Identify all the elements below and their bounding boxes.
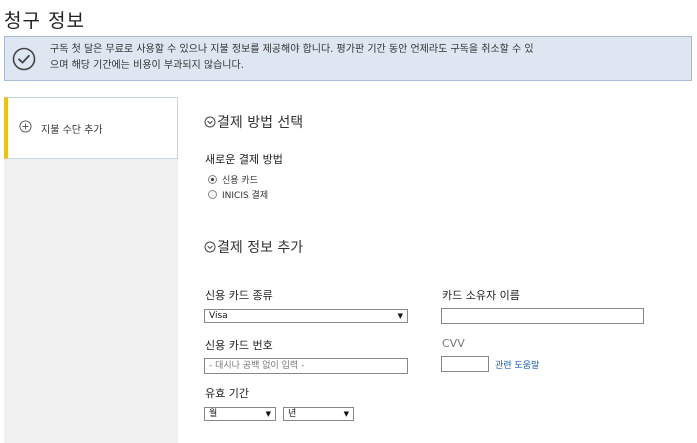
plus-circle-icon — [19, 120, 32, 133]
help-link[interactable]: 관련 도움말 — [495, 358, 539, 371]
sidebar-item-label: 지불 수단 추가 — [41, 125, 103, 136]
banner-line-2: 으며 해당 기간에는 비용이 부과되지 않습니다. — [50, 60, 244, 71]
dropdown-arrow-icon: ▼ — [343, 410, 349, 418]
radio-label: 신용 카드 — [222, 176, 258, 186]
sidebar-item-add-payment-method[interactable]: 지불 수단 추가 — [4, 97, 178, 159]
sidebar: 지불 수단 추가 — [4, 97, 178, 443]
expiry-month-select[interactable]: 월 ▼ — [204, 407, 276, 421]
cvv-label: CVV — [442, 337, 465, 350]
chevron-down-circle-icon — [204, 241, 216, 253]
radio-button-checked[interactable] — [208, 175, 217, 184]
banner-message: 구독 첫 달은 무료로 사용할 수 있으나 지불 정보를 제공해야 합니다. 평… — [50, 42, 670, 74]
expiry-year-select[interactable]: 년 ▼ — [283, 407, 354, 421]
section-heading-label: 결제 정보 추가 — [217, 240, 304, 256]
new-payment-method-label: 새로운 결제 방법 — [205, 153, 283, 166]
radio-label: INICIS 결제 — [222, 191, 269, 201]
card-number-label: 신용 카드 번호 — [205, 339, 273, 352]
checkmark-circle-icon — [12, 47, 36, 71]
dropdown-arrow-icon: ▼ — [397, 312, 403, 320]
card-type-select[interactable]: Visa ▼ — [204, 309, 408, 323]
expiry-year-value: 년 — [288, 409, 297, 419]
section-heading-label: 결제 방법 선택 — [217, 115, 304, 131]
card-type-value: Visa — [209, 311, 228, 321]
cardholder-name-label: 카드 소유자 이름 — [442, 289, 520, 302]
cardholder-name-input[interactable] — [441, 308, 644, 324]
radio-button[interactable] — [208, 190, 217, 199]
cvv-input[interactable] — [441, 356, 489, 372]
chevron-down-circle-icon — [204, 116, 216, 128]
card-number-placeholder: - 대시나 공백 없이 입력 - — [209, 361, 305, 371]
card-type-label: 신용 카드 종류 — [205, 289, 273, 302]
expiry-month-value: 월 — [209, 409, 218, 419]
section-heading-payment-info[interactable]: 결제 정보 추가 — [204, 237, 303, 257]
card-number-input[interactable]: - 대시나 공백 없이 입력 - — [204, 358, 408, 374]
radio-credit-card[interactable]: 신용 카드 — [208, 173, 258, 186]
section-heading-payment-method[interactable]: 결제 방법 선택 — [204, 112, 303, 132]
page-title: 청구 정보 — [4, 10, 85, 32]
banner-line-1: 구독 첫 달은 무료로 사용할 수 있으나 지불 정보를 제공해야 합니다. 평… — [50, 44, 534, 55]
expiry-label: 유효 기간 — [205, 387, 249, 400]
dropdown-arrow-icon: ▼ — [265, 410, 271, 418]
info-banner: 구독 첫 달은 무료로 사용할 수 있으나 지불 정보를 제공해야 합니다. 평… — [4, 36, 692, 81]
radio-inicis[interactable]: INICIS 결제 — [208, 188, 268, 201]
